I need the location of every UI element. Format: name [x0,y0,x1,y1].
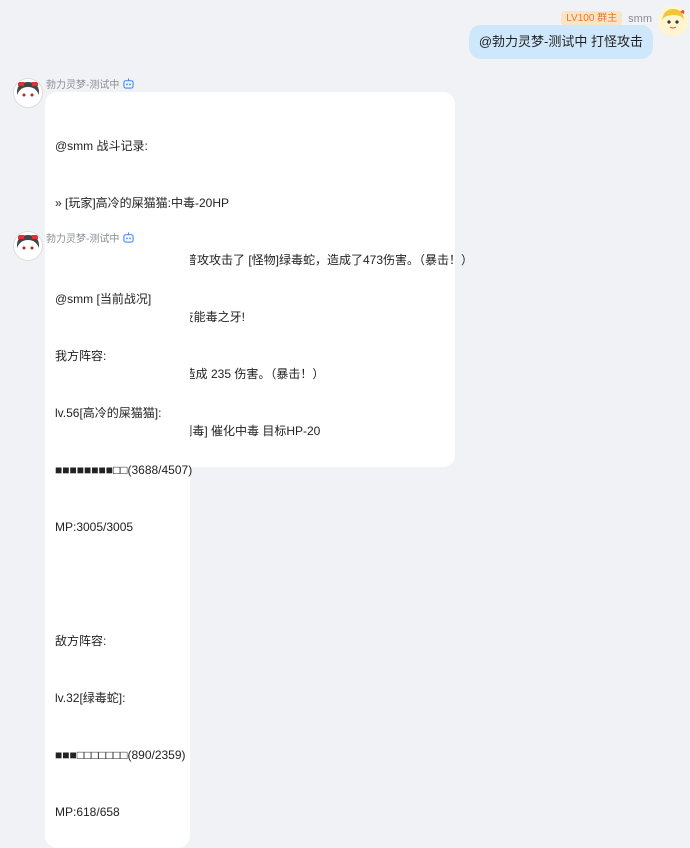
bot-avatar[interactable] [13,78,43,108]
my-username[interactable]: smm [628,13,652,25]
bot-icon [123,232,134,243]
bot-icon [123,78,134,89]
message-line: » [玩家]高冷的屎猫猫:中毒-20HP [55,196,230,210]
message-line: @smm [当前战况] [55,292,152,306]
message-line [55,575,180,594]
bot-name-row: 勃力灵梦-测试中 [46,76,134,91]
my-message-bubble[interactable]: @勃力灵梦-测试中 打怪攻击 [468,25,653,59]
message-line: lv.56[高冷的屎猫猫]: [55,406,162,420]
level-badge: LV100 群主 [561,11,623,26]
message-line: lv.32[绿毒蛇]: [55,691,126,705]
message-line: MP:3005/3005 [55,520,134,534]
my-message-header: LV100 群主 smm [561,11,652,26]
bot-name[interactable]: 勃力灵梦-测试中 [46,76,119,91]
bot-name-row: 勃力灵梦-测试中 [46,230,134,245]
bot-message-bubble[interactable]: @smm [当前战况] 我方阵容: lv.56[高冷的屎猫猫]: ■■■■■■■… [45,245,193,848]
message-line: 敌方阵容: [55,634,107,648]
message-line: MP:618/658 [55,805,120,819]
message-line: ■■■■■■■■□□(3688/4507) [55,463,193,477]
my-avatar[interactable] [658,6,688,36]
message-line: 我方阵容: [55,349,107,363]
bot-name[interactable]: 勃力灵梦-测试中 [46,230,119,245]
message-line: ■■■□□□□□□□(890/2359) [55,748,186,762]
bot-avatar[interactable] [13,231,43,261]
message-line: @smm 战斗记录: [55,139,148,153]
